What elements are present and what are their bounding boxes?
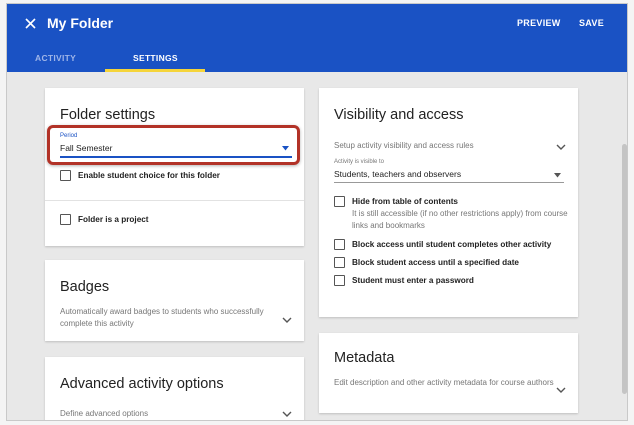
hide-toc-label[interactable]: Hide from table of contents [352, 197, 458, 206]
tab-settings[interactable]: SETTINGS [133, 53, 178, 63]
chevron-down-icon[interactable] [556, 143, 566, 151]
folder-settings-card: Folder settings Period Fall Semester Ena… [45, 88, 304, 246]
folder-project-checkbox[interactable] [60, 214, 71, 225]
block-until-date-checkbox[interactable] [334, 257, 345, 268]
metadata-description: Edit description and other activity meta… [334, 378, 554, 387]
close-button[interactable] [21, 14, 39, 32]
chevron-down-icon[interactable] [556, 386, 566, 394]
chevron-down-icon[interactable] [282, 316, 292, 324]
folder-settings-title: Folder settings [60, 107, 156, 123]
badges-description: Automatically award badges to students w… [60, 307, 264, 328]
metadata-card[interactable]: Metadata Edit description and other acti… [319, 333, 578, 413]
student-choice-label[interactable]: Enable student choice for this folder [78, 171, 220, 180]
page-title: My Folder [47, 15, 114, 31]
password-checkbox[interactable] [334, 275, 345, 286]
student-choice-checkbox[interactable] [60, 170, 71, 181]
divider [45, 200, 304, 201]
password-label[interactable]: Student must enter a password [352, 276, 474, 285]
dropdown-arrow-icon [554, 173, 561, 178]
visible-to-underline [334, 182, 564, 183]
block-until-date-label[interactable]: Block student access until a specified d… [352, 258, 519, 267]
advanced-options-card[interactable]: Advanced activity options Define advance… [45, 357, 304, 420]
annotation-highlight [47, 125, 300, 165]
tab-activity[interactable]: ACTIVITY [35, 53, 76, 63]
scrollbar[interactable] [622, 144, 627, 394]
chevron-down-icon[interactable] [282, 410, 292, 418]
block-until-complete-checkbox[interactable] [334, 239, 345, 250]
visible-to-value: Students, teachers and observers [334, 169, 462, 179]
visibility-setup-text[interactable]: Setup activity visibility and access rul… [334, 140, 474, 152]
app-window: My Folder PREVIEW SAVE ACTIVITY SETTINGS… [6, 3, 628, 421]
block-until-complete-label[interactable]: Block access until student completes oth… [352, 240, 551, 249]
save-button[interactable]: SAVE [579, 18, 604, 28]
hide-toc-checkbox[interactable] [334, 196, 345, 207]
advanced-options-description: Define advanced options [60, 409, 149, 418]
hide-toc-note: It is still accessible (if no other rest… [352, 209, 568, 230]
preview-button[interactable]: PREVIEW [517, 18, 561, 28]
visible-to-select[interactable]: Activity is visible to Students, teacher… [334, 159, 564, 184]
visibility-title: Visibility and access [334, 107, 464, 123]
top-app-bar: My Folder PREVIEW SAVE ACTIVITY SETTINGS [7, 4, 627, 72]
close-icon [24, 17, 36, 29]
metadata-title: Metadata [334, 350, 395, 366]
visible-to-label: Activity is visible to [334, 159, 385, 165]
folder-project-label[interactable]: Folder is a project [78, 215, 149, 224]
badges-card[interactable]: Badges Automatically award badges to stu… [45, 260, 304, 341]
advanced-options-title: Advanced activity options [60, 376, 224, 392]
badges-title: Badges [60, 279, 110, 295]
visibility-access-card: Visibility and access Setup activity vis… [319, 88, 578, 317]
